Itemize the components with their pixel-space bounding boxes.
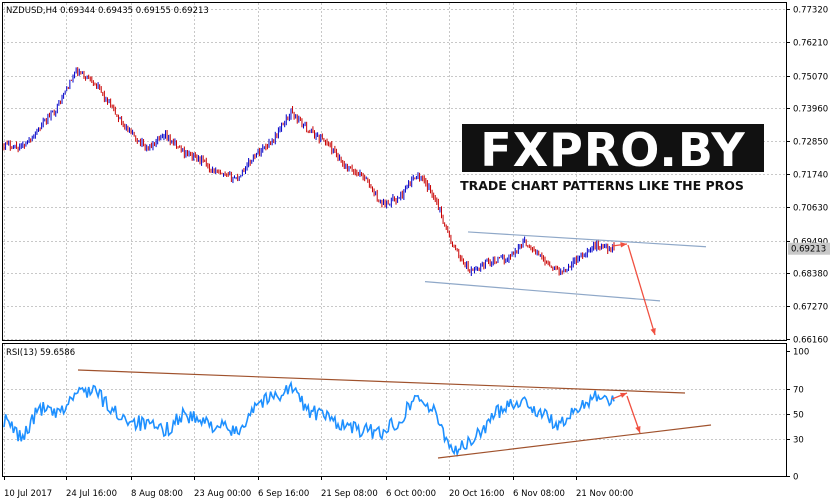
- y-tick-label: 0.70630: [793, 204, 828, 214]
- y-tick-label: 0.68380: [793, 270, 828, 280]
- time-axis: 10 Jul 2017 24 Jul 16:00 8 Aug 08:00 23 Aug…: [4, 476, 633, 499]
- y-tick-label: 0.72850: [793, 138, 828, 148]
- rsi-tick-label: 100: [793, 348, 809, 358]
- price-axis: 0.77320 0.76210 0.75070 0.73960 0.72850 0.717…: [786, 6, 828, 346]
- rsi-tick-label: 50: [793, 411, 804, 421]
- current-price-label: 0.69213: [791, 245, 826, 255]
- watermark-logo: FXPRO.BY TRADE CHART PATTERNS LIKE THE P…: [460, 123, 764, 193]
- rsi-title: RSI(13) 59.6586: [6, 348, 75, 358]
- x-tick-label: 23 Aug 00:00: [194, 489, 251, 499]
- y-tick-label: 0.76210: [793, 39, 828, 49]
- current-price-tag: 0.69213: [788, 242, 830, 255]
- x-tick-label: 20 Oct 16:00: [449, 489, 504, 499]
- chart-canvas: FXPRO.BY TRADE CHART PATTERNS LIKE THE P…: [2, 2, 830, 499]
- rsi-axis: 100 70 50 30 0: [786, 348, 809, 483]
- x-tick-label: 24 Jul 16:00: [66, 489, 117, 499]
- y-tick-label: 0.77320: [793, 6, 828, 16]
- x-tick-label: 6 Sep 16:00: [258, 489, 309, 499]
- y-tick-label: 0.67270: [793, 303, 828, 313]
- x-tick-label: 21 Sep 08:00: [321, 489, 378, 499]
- chart-title: NZDUSD,H4 0.69344 0.69435 0.69155 0.6921…: [6, 6, 209, 16]
- y-tick-label: 0.75070: [793, 73, 828, 83]
- watermark-tagline: TRADE CHART PATTERNS LIKE THE PROS: [460, 178, 744, 193]
- x-tick-label: 8 Aug 08:00: [131, 489, 183, 499]
- x-tick-label: 6 Oct 00:00: [386, 489, 436, 499]
- rsi-tick-label: 30: [793, 436, 804, 446]
- rsi-panel: [2, 343, 787, 477]
- rsi-tick-label: 0: [793, 473, 798, 483]
- y-tick-label: 0.71740: [793, 171, 828, 181]
- x-tick-label: 10 Jul 2017: [4, 489, 52, 499]
- y-tick-label: 0.66160: [793, 336, 828, 346]
- rsi-tick-label: 70: [793, 386, 804, 396]
- x-tick-label: 21 Nov 00:00: [576, 489, 633, 499]
- y-tick-label: 0.73960: [793, 105, 828, 115]
- x-tick-label: 6 Nov 08:00: [513, 489, 565, 499]
- watermark-brand: FXPRO.BY: [480, 123, 745, 177]
